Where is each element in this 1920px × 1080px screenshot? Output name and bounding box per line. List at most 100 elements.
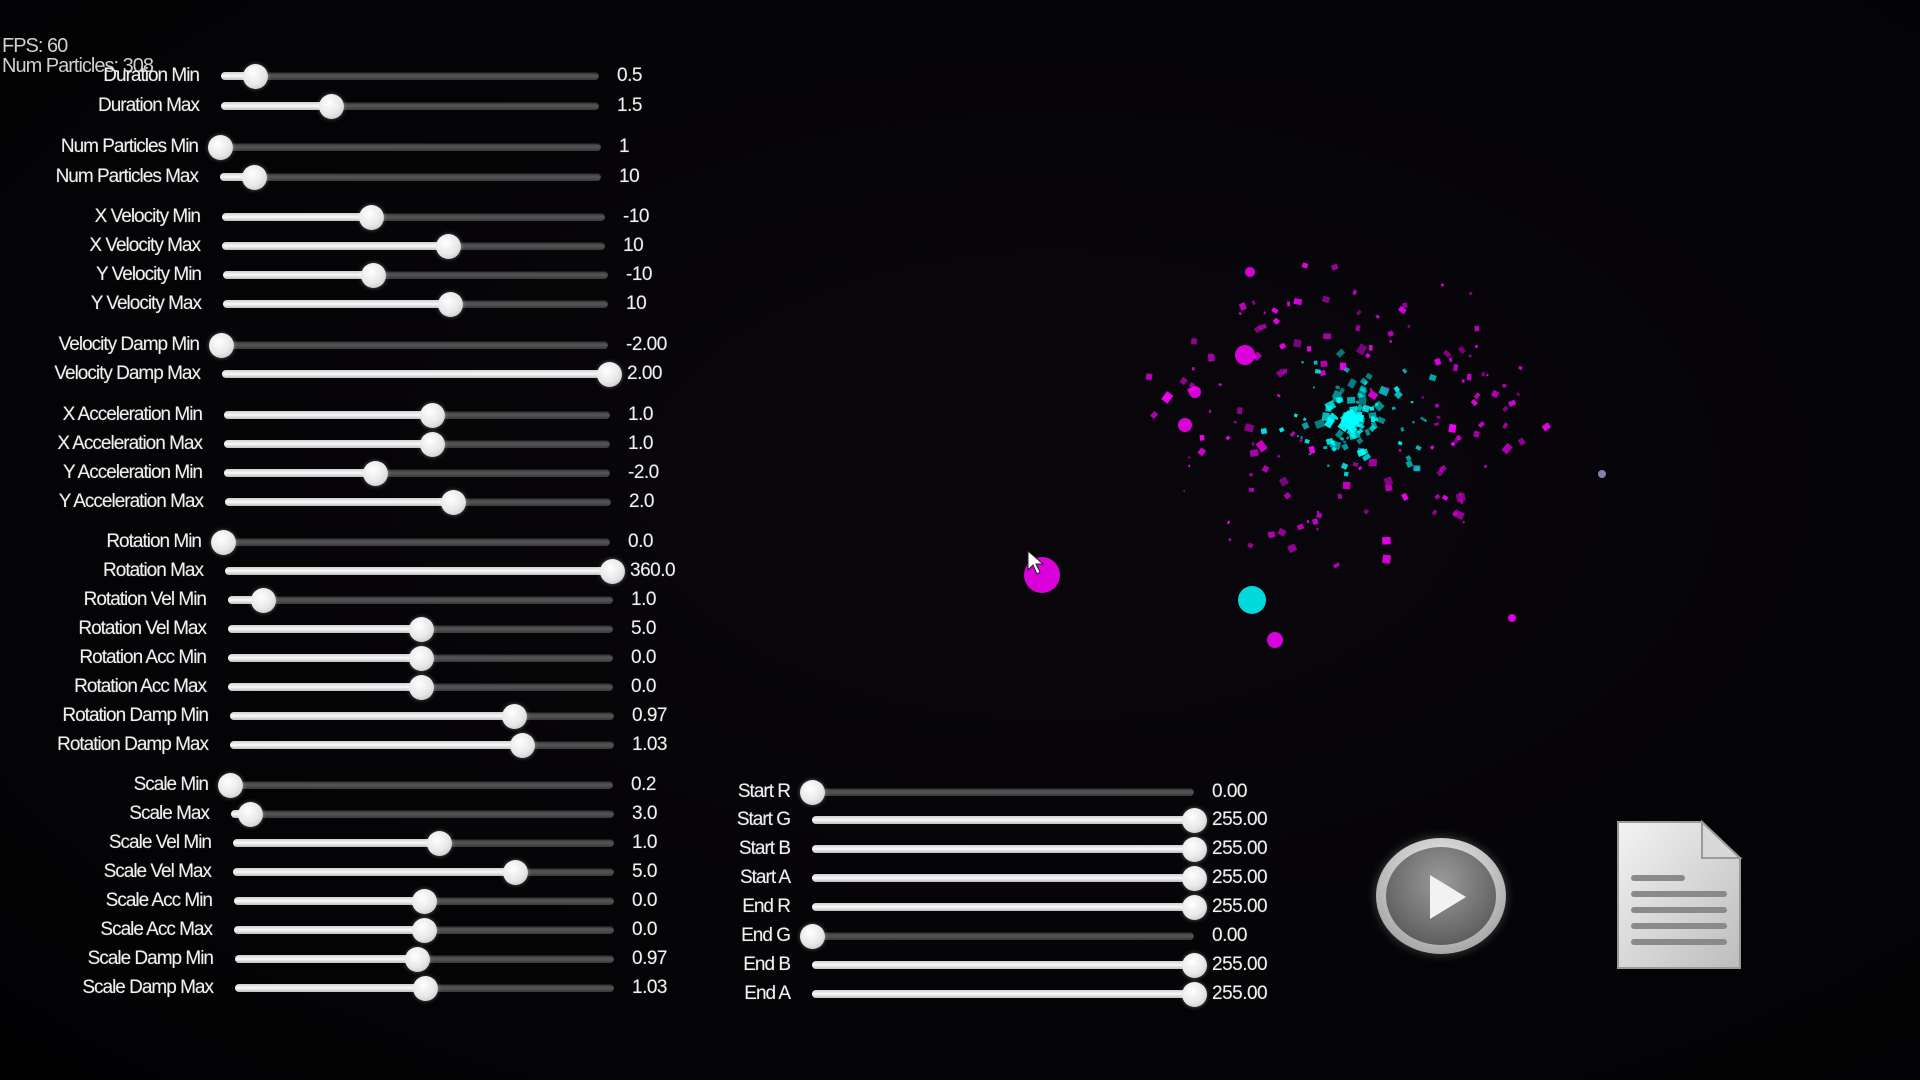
slider-knob[interactable] xyxy=(412,918,437,943)
particle xyxy=(1466,373,1472,381)
slider-knob[interactable] xyxy=(502,704,528,729)
slider-track[interactable] xyxy=(209,333,608,358)
slider-knob[interactable] xyxy=(408,617,434,642)
slider-track[interactable] xyxy=(225,490,611,515)
slider-track[interactable] xyxy=(228,588,613,613)
slider-track[interactable] xyxy=(221,64,599,89)
slider-track[interactable] xyxy=(224,403,610,428)
slider-knob[interactable] xyxy=(509,733,535,758)
particle xyxy=(1304,438,1310,444)
slider-knob[interactable] xyxy=(420,403,446,428)
particle xyxy=(1218,383,1222,387)
file-button[interactable] xyxy=(1612,818,1744,972)
slider-knob[interactable] xyxy=(242,165,268,190)
particle xyxy=(1458,491,1462,496)
slider-knob[interactable] xyxy=(1182,895,1207,920)
slider-track[interactable] xyxy=(812,866,1207,891)
slider-track[interactable] xyxy=(223,292,608,317)
particle xyxy=(1342,412,1351,421)
slider-track[interactable] xyxy=(812,808,1207,833)
slider-knob[interactable] xyxy=(1182,808,1207,833)
slider-knob[interactable] xyxy=(362,461,388,486)
slider-knob[interactable] xyxy=(408,646,434,671)
particle xyxy=(1350,420,1356,424)
slider-knob[interactable] xyxy=(1182,866,1207,891)
particle xyxy=(1329,439,1342,451)
slider-track[interactable] xyxy=(208,135,601,160)
particle xyxy=(1349,405,1359,416)
slider-track[interactable] xyxy=(234,918,614,943)
slider-label: Num Particles Min xyxy=(60,136,199,157)
slider-knob[interactable] xyxy=(1182,837,1207,862)
particle xyxy=(1343,366,1351,374)
slider-track[interactable] xyxy=(228,646,613,671)
particle xyxy=(1321,412,1330,422)
slider-knob[interactable] xyxy=(502,860,528,885)
slider-knob[interactable] xyxy=(408,675,434,700)
slider-track[interactable] xyxy=(221,94,599,119)
slider-track[interactable] xyxy=(235,976,614,1001)
particle xyxy=(1271,307,1279,314)
particle xyxy=(1350,434,1354,438)
particle xyxy=(1188,382,1196,389)
slider-fill xyxy=(812,845,1194,853)
slider-track[interactable] xyxy=(228,675,613,700)
slider-label: Duration Max xyxy=(98,95,200,116)
particle xyxy=(1401,492,1409,502)
slider-track[interactable] xyxy=(812,895,1207,920)
slider-track[interactable] xyxy=(231,802,614,827)
slider-knob[interactable] xyxy=(359,205,385,230)
slider-track[interactable] xyxy=(222,362,622,387)
slider-knob[interactable] xyxy=(218,773,243,798)
slider-knob[interactable] xyxy=(361,263,387,288)
slider-knob[interactable] xyxy=(412,976,438,1001)
slider-track[interactable] xyxy=(222,234,605,259)
slider-knob[interactable] xyxy=(412,889,437,914)
slider-track[interactable] xyxy=(812,982,1207,1007)
slider-knob[interactable] xyxy=(318,94,344,119)
slider-knob[interactable] xyxy=(211,530,236,555)
slider-knob[interactable] xyxy=(597,362,622,387)
play-button[interactable] xyxy=(1376,838,1506,954)
slider-fill xyxy=(234,926,424,934)
slider-knob[interactable] xyxy=(440,490,466,515)
slider-knob[interactable] xyxy=(208,135,233,160)
slider-knob[interactable] xyxy=(404,947,430,972)
slider-track[interactable] xyxy=(800,780,1194,805)
slider-track[interactable] xyxy=(235,947,614,972)
slider-knob[interactable] xyxy=(238,802,264,827)
slider-knob[interactable] xyxy=(250,588,276,613)
slider-knob[interactable] xyxy=(209,333,234,358)
slider-track[interactable] xyxy=(224,432,610,457)
slider-track[interactable] xyxy=(234,889,614,914)
slider-track[interactable] xyxy=(812,837,1207,862)
slider-track[interactable] xyxy=(228,617,613,642)
slider-knob[interactable] xyxy=(1182,953,1207,978)
slider-knob[interactable] xyxy=(800,924,825,949)
slider-track[interactable] xyxy=(224,461,610,486)
particle xyxy=(1357,411,1363,416)
slider-knob[interactable] xyxy=(420,432,446,457)
slider-knob[interactable] xyxy=(426,831,452,856)
particle xyxy=(1477,421,1485,428)
slider-track[interactable] xyxy=(220,165,601,190)
slider-knob[interactable] xyxy=(438,292,464,317)
left_sliders-slider-row: Y Acceleration Min -2.0 xyxy=(63,458,659,487)
slider-track[interactable] xyxy=(233,860,614,885)
slider-track[interactable] xyxy=(218,773,613,798)
slider-track[interactable] xyxy=(230,704,614,729)
slider-knob[interactable] xyxy=(1182,982,1207,1007)
particle xyxy=(1357,393,1363,398)
slider-track[interactable] xyxy=(812,953,1207,978)
slider-track[interactable] xyxy=(230,733,614,758)
slider-track[interactable] xyxy=(800,924,1194,949)
slider-knob[interactable] xyxy=(435,234,461,259)
slider-track[interactable] xyxy=(222,205,605,230)
slider-track[interactable] xyxy=(211,530,610,555)
slider-track[interactable] xyxy=(223,263,608,288)
slider-track[interactable] xyxy=(233,831,614,856)
slider-knob[interactable] xyxy=(243,64,269,89)
slider-track[interactable] xyxy=(225,559,625,584)
slider-knob[interactable] xyxy=(600,559,625,584)
slider-knob[interactable] xyxy=(800,780,825,805)
